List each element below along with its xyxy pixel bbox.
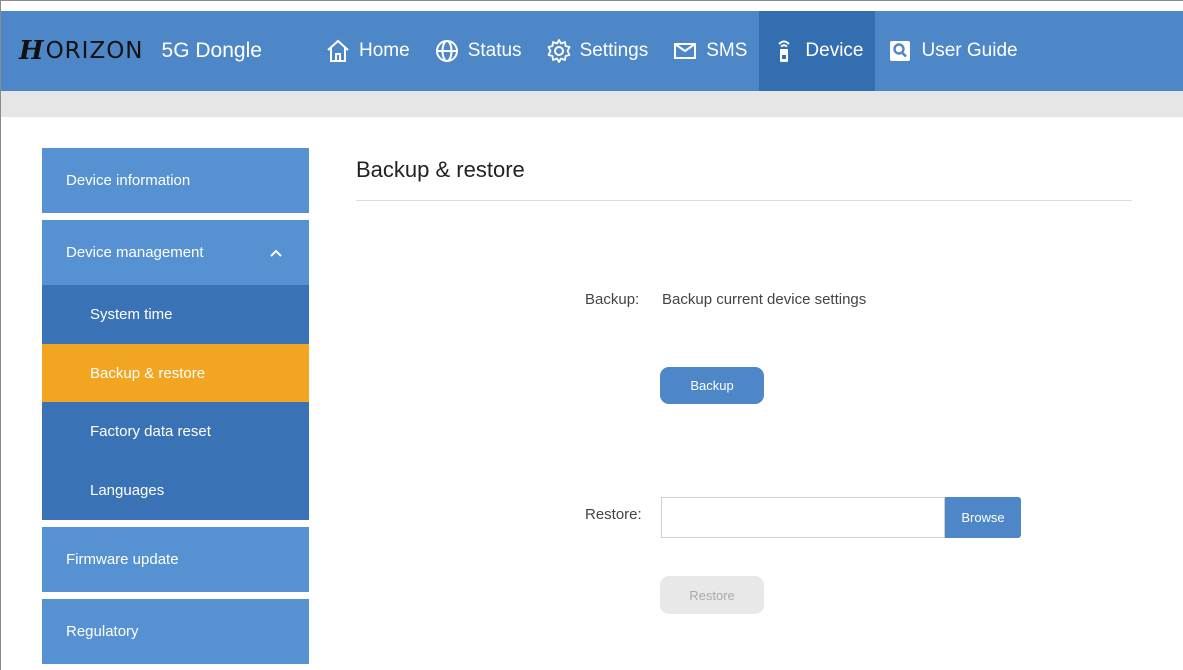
nav-device-label: Device <box>805 40 864 61</box>
backup-button[interactable]: Backup <box>660 367 764 404</box>
globe-icon <box>434 38 460 64</box>
sidebar-item-label: Backup & restore <box>90 364 206 382</box>
sidebar-item-backup-restore[interactable]: Backup & restore <box>42 344 309 402</box>
browse-button[interactable]: Browse <box>945 497 1021 538</box>
brand-logo: H ORIZON <box>19 36 144 66</box>
main-nav: Home Status Settings SMS Device User Gui… <box>313 11 1030 91</box>
restore-button[interactable]: Restore <box>660 576 764 614</box>
sidebar-item-regulatory[interactable]: Regulatory <box>42 599 309 664</box>
sidebar-item-factory-reset[interactable]: Factory data reset <box>42 402 309 461</box>
page-title: Backup & restore <box>356 157 525 182</box>
gear-icon <box>546 38 572 64</box>
guide-search-icon <box>887 38 913 64</box>
restore-label: Restore: <box>585 506 642 523</box>
nav-user-guide[interactable]: User Guide <box>875 11 1029 91</box>
restore-file-field[interactable] <box>661 497 945 538</box>
sidebar-item-label: Device information <box>66 172 191 189</box>
brand: H ORIZON 5G Dongle <box>19 11 262 91</box>
sidebar-item-label: Device management <box>66 244 204 261</box>
sidebar-item-label: Firmware update <box>66 551 179 568</box>
sidebar-item-device-management[interactable]: Device management <box>42 220 309 285</box>
sidebar-item-label: Languages <box>90 482 165 499</box>
sidebar-item-device-information[interactable]: Device information <box>42 148 309 213</box>
dongle-icon <box>771 38 797 64</box>
sidebar: Device information Device management Sys… <box>42 148 309 664</box>
chevron-up-icon <box>269 246 283 260</box>
sidebar-item-firmware-update[interactable]: Firmware update <box>42 527 309 592</box>
nav-user-guide-label: User Guide <box>921 40 1018 61</box>
sidebar-item-label: Regulatory <box>66 623 139 640</box>
nav-status-label: Status <box>467 40 522 61</box>
backup-label: Backup: <box>585 291 640 308</box>
product-name: 5G Dongle <box>161 39 262 62</box>
sidebar-item-languages[interactable]: Languages <box>42 461 309 520</box>
sidebar-item-label: Factory data reset <box>90 423 211 440</box>
nav-home[interactable]: Home <box>313 11 422 91</box>
nav-status[interactable]: Status <box>422 11 534 91</box>
nav-home-label: Home <box>359 40 410 61</box>
nav-settings[interactable]: Settings <box>534 11 661 91</box>
envelope-icon <box>672 38 698 64</box>
nav-sms[interactable]: SMS <box>660 11 759 91</box>
nav-settings-label: Settings <box>579 40 649 61</box>
nav-sms-label: SMS <box>706 40 748 61</box>
nav-device[interactable]: Device <box>759 11 876 91</box>
brand-logo-mark: H <box>19 36 45 66</box>
backup-description: Backup current device settings <box>662 291 867 308</box>
brand-logo-name: ORIZON <box>45 38 144 64</box>
sub-header-bar <box>1 91 1183 117</box>
sidebar-item-system-time[interactable]: System time <box>42 285 309 344</box>
main-content: Backup & restore <box>356 148 1132 201</box>
home-icon <box>325 38 351 64</box>
sidebar-item-label: System time <box>90 306 173 323</box>
title-divider <box>356 200 1132 201</box>
top-nav-bar: H ORIZON 5G Dongle Home Status Settings <box>1 11 1183 91</box>
